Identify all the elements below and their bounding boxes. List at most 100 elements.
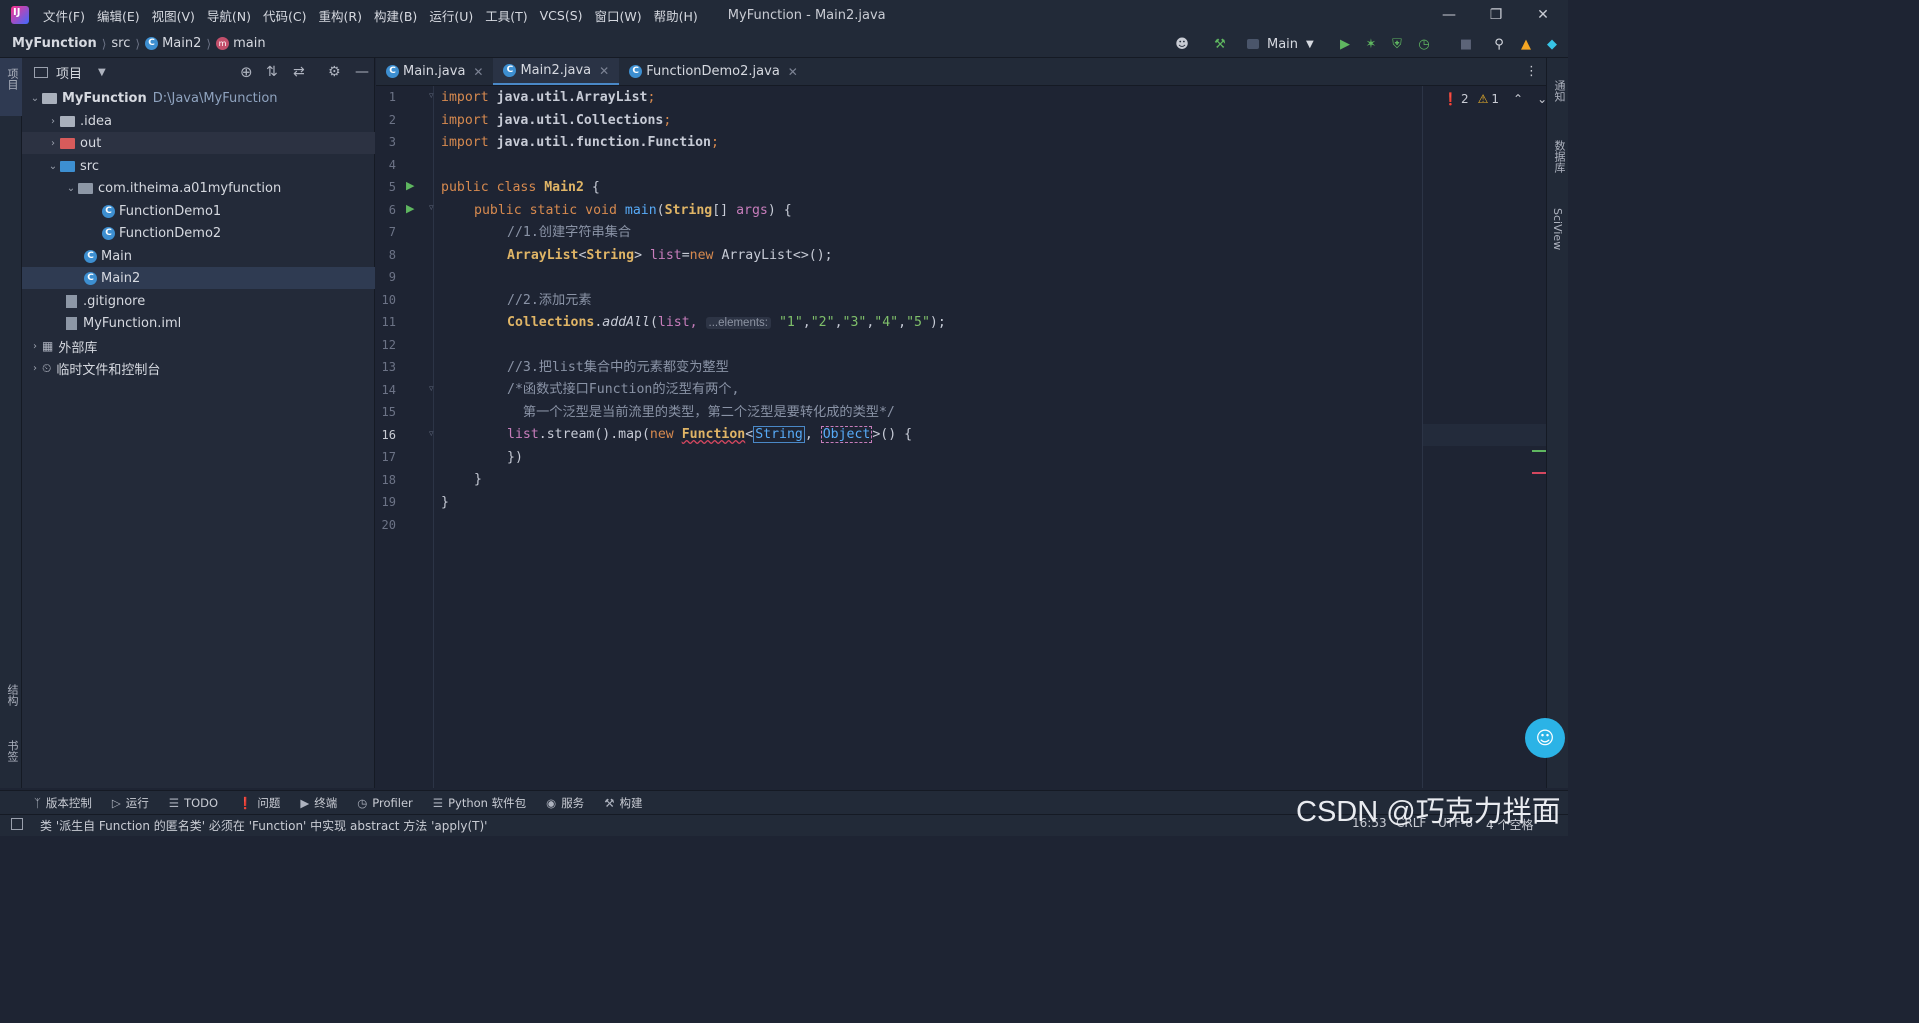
bookmarks-tool-label[interactable]: 书签	[4, 740, 20, 762]
menu-window[interactable]: 窗口(W)	[595, 6, 642, 25]
run-icon[interactable]: ▶	[1336, 35, 1354, 53]
menu-run[interactable]: 运行(U)	[429, 6, 473, 25]
stop-icon[interactable]: ■	[1457, 35, 1475, 53]
breadcrumb-class[interactable]: Main2	[162, 36, 201, 51]
tab-main-java[interactable]: C Main.java ✕	[376, 58, 493, 85]
fold-icon[interactable]: ▿	[429, 91, 434, 101]
tool-version-control[interactable]: ᛉ 版本控制	[34, 795, 92, 811]
menu-refactor[interactable]: 重构(R)	[319, 6, 362, 25]
debug-icon[interactable]: ✶	[1362, 35, 1380, 53]
tree-item-idea[interactable]: › .idea	[22, 110, 375, 132]
inspection-widget[interactable]: ❗ 2 ⚠ 1 ⌃ ⌄	[1443, 92, 1547, 106]
menu-build[interactable]: 构建(B)	[374, 6, 417, 25]
chevron-right-icon[interactable]: ›	[28, 363, 42, 374]
minimize-icon[interactable]: —	[1426, 0, 1472, 30]
tool-label: 问题	[257, 795, 281, 810]
close-icon[interactable]: ✕	[1520, 0, 1566, 30]
hide-panel-icon[interactable]: —	[355, 64, 369, 80]
chevron-down-icon[interactable]: ⌄	[1537, 92, 1547, 106]
tree-item-scratches[interactable]: › ⏲ 临时文件和控制台	[22, 357, 375, 379]
chevron-right-icon[interactable]: ›	[28, 341, 42, 352]
code-editor[interactable]: import java.util.ArrayList; import java.…	[435, 86, 1546, 788]
more-tabs-icon[interactable]: ⋮	[1525, 64, 1538, 79]
menu-file[interactable]: 文件(F)	[43, 6, 85, 25]
tree-item-out[interactable]: › out	[22, 132, 375, 154]
tree-item-functiondemo1[interactable]: C FunctionDemo1	[22, 200, 375, 222]
run-config-selector[interactable]: Main ▼	[1247, 33, 1323, 55]
fold-icon[interactable]: ▿	[429, 384, 434, 394]
tool-python-packages[interactable]: ☰ Python 软件包	[433, 795, 526, 811]
menu-code[interactable]: 代码(C)	[263, 6, 306, 25]
tab-functiondemo2-java[interactable]: C FunctionDemo2.java ✕	[619, 58, 808, 85]
tree-item-package[interactable]: ⌄ com.itheima.a01myfunction	[22, 177, 375, 199]
tab-main2-java[interactable]: C Main2.java ✕	[493, 58, 620, 85]
tool-terminal[interactable]: ▶ 终端	[300, 795, 337, 811]
type-argument[interactable]: Object	[820, 426, 873, 443]
chevron-down-icon[interactable]: ▼	[98, 67, 106, 78]
tool-todo[interactable]: ☰ TODO	[169, 796, 218, 810]
coverage-icon[interactable]: ⛨	[1388, 35, 1406, 53]
breadcrumb-method[interactable]: main	[233, 36, 265, 51]
update-icon[interactable]: ▲	[1517, 35, 1535, 53]
menu-view[interactable]: 视图(V)	[152, 6, 195, 25]
menu-tools[interactable]: 工具(T)	[485, 6, 527, 25]
collapse-all-icon[interactable]: ⇄	[293, 64, 305, 80]
tool-build[interactable]: ⚒ 构建	[604, 795, 642, 811]
fold-icon[interactable]: ▿	[429, 203, 434, 213]
import-path: java.util.function.Function	[496, 135, 711, 150]
tree-item-main2[interactable]: C Main2	[22, 267, 375, 289]
line-number: 19	[381, 495, 396, 509]
tool-profiler[interactable]: ◷ Profiler	[357, 796, 413, 810]
close-icon[interactable]: ✕	[473, 65, 483, 79]
tree-item-iml[interactable]: MyFunction.iml	[22, 312, 375, 334]
profile-icon[interactable]: ◷	[1415, 35, 1433, 53]
status-message[interactable]: 类 '派生自 Function 的匿名类' 必须在 'Function' 中实现…	[40, 817, 487, 834]
sciview-tool-label[interactable]: SciView	[1551, 208, 1564, 250]
plugin-icon[interactable]: ◆	[1543, 35, 1561, 53]
database-tool-label[interactable]: 数据库	[1551, 140, 1567, 173]
project-tool-button[interactable]: 项目	[0, 58, 22, 116]
breadcrumb-project[interactable]: MyFunction	[12, 36, 97, 51]
toggle-tool-windows-icon[interactable]	[11, 818, 23, 830]
assistant-bubble-icon[interactable]: ☺	[1525, 718, 1565, 758]
locate-icon[interactable]: ⊕	[240, 63, 253, 81]
structure-tool-label[interactable]: 结构	[4, 684, 20, 706]
restore-icon[interactable]: ❐	[1473, 0, 1519, 30]
tree-item-external-libraries[interactable]: › ▦ 外部库	[22, 335, 375, 357]
chevron-down-icon[interactable]: ⌄	[46, 161, 60, 172]
tree-item-main[interactable]: C Main	[22, 245, 375, 267]
close-icon[interactable]: ✕	[599, 64, 609, 78]
user-icon[interactable]: ☻	[1173, 35, 1191, 53]
string-literal: "4"	[874, 315, 899, 330]
tool-services[interactable]: ◉ 服务	[546, 795, 584, 811]
search-icon[interactable]: ⚲	[1490, 35, 1508, 53]
line-number: 20	[381, 518, 396, 532]
menu-edit[interactable]: 编辑(E)	[97, 6, 140, 25]
tree-item-gitignore[interactable]: .gitignore	[22, 290, 375, 312]
chevron-right-icon[interactable]: ›	[46, 116, 60, 127]
fold-icon[interactable]: ▿	[429, 429, 434, 439]
tool-problems[interactable]: ❗ 问题	[238, 795, 280, 811]
tree-item-root[interactable]: ⌄ MyFunction D:\Java\MyFunction	[22, 87, 375, 109]
type-argument[interactable]: String	[753, 426, 805, 443]
run-class-icon[interactable]: ▶	[406, 179, 414, 192]
chevron-up-icon[interactable]: ⌃	[1513, 92, 1523, 106]
close-icon[interactable]: ✕	[788, 65, 798, 79]
chevron-right-icon[interactable]: ›	[46, 138, 60, 149]
run-method-icon[interactable]: ▶	[406, 202, 414, 215]
menu-navigate[interactable]: 导航(N)	[207, 6, 251, 25]
build-hammer-icon[interactable]: ⚒	[1211, 35, 1229, 53]
expand-all-icon[interactable]: ⇅	[266, 64, 278, 80]
project-panel-title[interactable]: 项目	[56, 63, 82, 82]
tree-item-src[interactable]: ⌄ src	[22, 155, 375, 177]
gear-icon[interactable]: ⚙	[328, 64, 341, 80]
class-name: Function	[681, 427, 746, 442]
tool-run[interactable]: ▷ 运行	[112, 795, 149, 811]
menu-vcs[interactable]: VCS(S)	[540, 8, 583, 23]
notifications-tool-label[interactable]: 通知	[1551, 80, 1567, 102]
menu-help[interactable]: 帮助(H)	[654, 6, 698, 25]
chevron-down-icon[interactable]: ⌄	[28, 93, 42, 104]
chevron-down-icon[interactable]: ⌄	[64, 183, 78, 194]
breadcrumb-src[interactable]: src	[111, 36, 130, 51]
tree-item-functiondemo2[interactable]: C FunctionDemo2	[22, 222, 375, 244]
